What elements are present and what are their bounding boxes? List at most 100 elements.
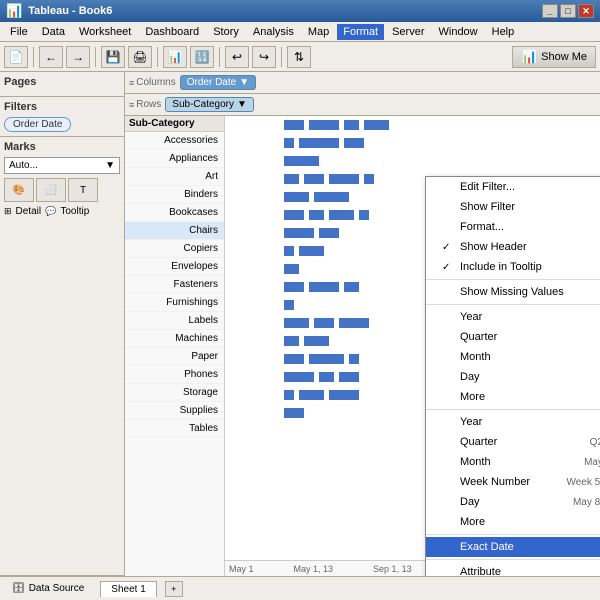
ctx-edit-filter[interactable]: Edit Filter...	[426, 177, 600, 197]
ctx-year1[interactable]: Year2015	[426, 307, 600, 327]
filter-order-date[interactable]: Order Date	[4, 117, 71, 132]
data-source-button[interactable]: 🔢	[190, 46, 214, 68]
ctx-separator	[426, 304, 600, 305]
bar-segment	[284, 354, 304, 364]
ctx-day2[interactable]: DayMay 8, 2015	[426, 492, 600, 512]
label-button[interactable]: T	[68, 178, 98, 202]
menu-dashboard[interactable]: Dashboard	[139, 24, 205, 40]
ctx-label-exact-date: Exact Date	[460, 541, 514, 553]
bar-segment	[284, 264, 299, 274]
ctx-show-header[interactable]: ✓Show Header	[426, 237, 600, 257]
bar-segment	[329, 390, 359, 400]
new-button[interactable]: 📄	[4, 46, 28, 68]
menu-server[interactable]: Server	[386, 24, 430, 40]
bar-segment	[319, 228, 339, 238]
bar-segment	[284, 228, 314, 238]
bar-segment	[319, 372, 334, 382]
ctx-more1[interactable]: More▶	[426, 387, 600, 407]
bar-segment	[339, 372, 359, 382]
bar-segment	[364, 120, 389, 130]
ctx-label-year2: Year	[460, 416, 482, 428]
ctx-separator	[426, 279, 600, 280]
subcategory-item: Paper	[125, 348, 224, 366]
marks-section: Marks Auto... ▼ 🎨 ⬜ T ⊞ Detail 💬 Tooltip	[0, 137, 124, 576]
menu-window[interactable]: Window	[433, 24, 484, 40]
column-shelf: ≡ Columns Order Date ▼	[125, 72, 600, 94]
close-button[interactable]: ✕	[578, 4, 594, 18]
menu-map[interactable]: Map	[302, 24, 335, 40]
context-menu: Edit Filter...Show FilterFormat...✓Show …	[425, 176, 600, 576]
bar-segment	[344, 138, 364, 148]
save-button[interactable]: 💾	[101, 46, 125, 68]
subcategory-item: Copiers	[125, 240, 224, 258]
ctx-format[interactable]: Format...	[426, 217, 600, 237]
marks-rows: ⊞ Detail 💬 Tooltip	[4, 206, 120, 217]
menu-help[interactable]: Help	[486, 24, 521, 40]
back-button[interactable]: ←	[39, 46, 63, 68]
ctx-day1[interactable]: Day8	[426, 367, 600, 387]
undo-button[interactable]: ↩	[225, 46, 249, 68]
columns-order-date-pill[interactable]: Order Date ▼	[180, 75, 256, 90]
show-me-button[interactable]: 📊 Show Me	[512, 46, 596, 68]
filters-title: Filters	[4, 101, 120, 113]
redo-button[interactable]: ↪	[252, 46, 276, 68]
bar-segment	[284, 192, 309, 202]
marks-type-dropdown[interactable]: Auto... ▼	[4, 157, 120, 174]
ctx-label-quarter2: Quarter	[460, 436, 497, 448]
sort-button[interactable]: ⇅	[287, 46, 311, 68]
menu-format[interactable]: Format	[337, 24, 384, 40]
left-sidebar: Pages Filters Order Date Marks Auto... ▼…	[0, 72, 125, 576]
data-source-icon: 🗄	[12, 583, 25, 594]
bar-segment	[329, 174, 359, 184]
menu-worksheet[interactable]: Worksheet	[73, 24, 137, 40]
ctx-year2[interactable]: Year2015	[426, 412, 600, 432]
maximize-button[interactable]: □	[560, 4, 576, 18]
ctx-exact-date[interactable]: Exact Date	[426, 537, 600, 557]
status-bar: 🗄 Data Source Sheet 1 +	[0, 576, 600, 600]
ctx-value-quarter2: Q2 2015	[590, 437, 600, 448]
ctx-label-day1: Day	[460, 371, 480, 383]
color-button[interactable]: 🎨	[4, 178, 34, 202]
ctx-check-include-tooltip: ✓	[442, 262, 456, 273]
bar-segment	[284, 336, 299, 346]
sheet1-tab[interactable]: Sheet 1	[100, 581, 156, 597]
ctx-more2[interactable]: More▶	[426, 512, 600, 532]
ctx-label-attribute: Attribute	[460, 566, 501, 576]
ctx-quarter1[interactable]: QuarterQ2	[426, 327, 600, 347]
bar-segment	[309, 282, 339, 292]
ctx-quarter2[interactable]: Quarter Q2 2015	[426, 432, 600, 452]
data-source-tab[interactable]: 🗄 Data Source	[4, 581, 92, 596]
print-button[interactable]: 🖨	[128, 46, 152, 68]
rows-subcategory-pill[interactable]: Sub-Category ▼	[165, 97, 254, 112]
order-date-label: Order Date	[187, 77, 236, 88]
ctx-show-missing[interactable]: Show Missing Values	[426, 282, 600, 302]
minimize-button[interactable]: _	[542, 4, 558, 18]
ctx-label-month1: Month	[460, 351, 491, 363]
subcategory-item: Bookcases	[125, 204, 224, 222]
title-bar: 📊 Tableau - Book6 _ □ ✕	[0, 0, 600, 22]
ctx-month1[interactable]: MonthMay	[426, 347, 600, 367]
subcategory-item: Storage	[125, 384, 224, 402]
ctx-show-filter[interactable]: Show Filter	[426, 197, 600, 217]
tooltip-label: Tooltip	[60, 206, 89, 217]
menu-story[interactable]: Story	[207, 24, 245, 40]
ctx-include-tooltip[interactable]: ✓Include in Tooltip	[426, 257, 600, 277]
main-area: Pages Filters Order Date Marks Auto... ▼…	[0, 72, 600, 576]
ctx-label-edit-filter: Edit Filter...	[460, 181, 515, 193]
forward-button[interactable]: →	[66, 46, 90, 68]
size-button[interactable]: ⬜	[36, 178, 66, 202]
ctx-value-month2: May 2015	[584, 457, 600, 468]
add-sheet-button[interactable]: +	[165, 581, 183, 597]
ctx-week-number[interactable]: Week NumberWeek 5, 2015	[426, 472, 600, 492]
ctx-month2[interactable]: MonthMay 2015	[426, 452, 600, 472]
menu-analysis[interactable]: Analysis	[247, 24, 300, 40]
window-controls[interactable]: _ □ ✕	[542, 4, 594, 18]
menu-file[interactable]: File	[4, 24, 34, 40]
ctx-attribute[interactable]: Attribute	[426, 562, 600, 576]
menu-data[interactable]: Data	[36, 24, 71, 40]
bar-chart-button[interactable]: 📊	[163, 46, 187, 68]
bar-segment	[344, 120, 359, 130]
bar-segment	[299, 138, 339, 148]
ctx-label-show-missing: Show Missing Values	[460, 286, 564, 298]
bar-segment	[284, 120, 304, 130]
